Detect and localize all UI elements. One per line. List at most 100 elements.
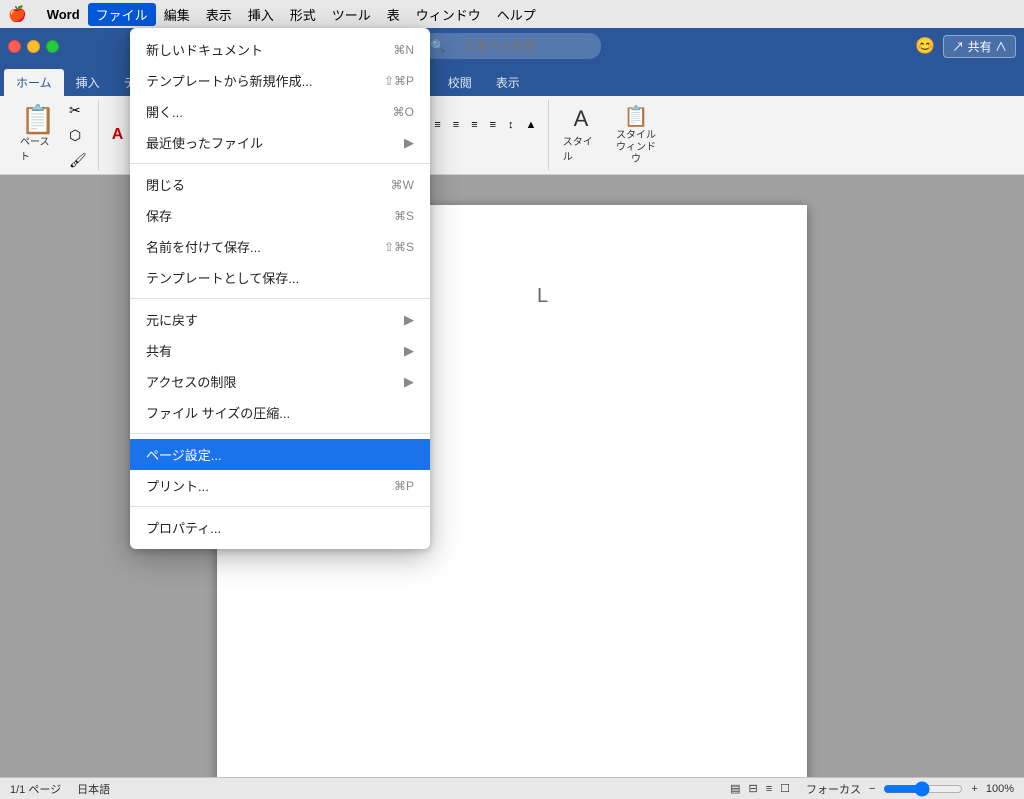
word-title-right: 😊 ↗ 共有 ∧ <box>915 35 1016 58</box>
file-menu-item-9[interactable]: 共有 ▶ <box>130 335 430 366</box>
status-right: ▤ ⊟ ≡ ☐ フォーカス − + 100% <box>730 781 1014 797</box>
apple-logo-icon[interactable]: 🍎 <box>8 5 27 23</box>
menu-item-right-5: ⌘S <box>370 209 414 223</box>
file-menu-item-11[interactable]: ファイル サイズの圧縮... <box>130 397 430 428</box>
menu-item-label-5: 保存 <box>146 206 172 225</box>
file-menu-item-8[interactable]: 元に戻す ▶ <box>130 304 430 335</box>
maximize-button[interactable] <box>46 40 59 53</box>
zoom-plus-btn[interactable]: + <box>971 783 977 795</box>
shading-btn[interactable]: ▲ <box>521 116 542 134</box>
menu-arrow-icon-3: ▶ <box>404 135 414 151</box>
menu-arrow-icon-10: ▶ <box>404 374 414 390</box>
menu-shortcut-13: ⌘P <box>394 479 414 493</box>
copy-button[interactable]: ⬡ <box>64 124 92 147</box>
file-menu-item-6[interactable]: 名前を付けて保存...⇧⌘S <box>130 231 430 262</box>
status-bar: 1/1 ページ 日本語 ▤ ⊟ ≡ ☐ フォーカス − + 100% <box>0 777 1024 799</box>
file-menu-item-10[interactable]: アクセスの制限▶ <box>130 366 430 397</box>
menu-row-left-12: ページ設定... <box>146 445 222 464</box>
share-button[interactable]: ↗ 共有 ∧ <box>943 35 1016 58</box>
menu-shortcut-4: ⌘W <box>391 178 414 192</box>
menu-item-label-13: プリント... <box>146 476 209 495</box>
menu-item-tools[interactable]: ツール <box>324 3 379 26</box>
search-input[interactable] <box>451 36 591 56</box>
menu-shortcut-2: ⌘O <box>393 105 414 119</box>
menu-shortcut-0: ⌘N <box>393 43 414 57</box>
menu-item-edit[interactable]: 編集 <box>156 3 198 26</box>
view-icon-4[interactable]: ☐ <box>780 782 790 795</box>
menu-item-right-0: ⌘N <box>369 43 414 57</box>
styles-window-button[interactable]: 📋 スタイルウィンドウ <box>607 100 665 170</box>
zoom-minus-btn[interactable]: − <box>869 783 875 795</box>
menu-item-insert[interactable]: 挿入 <box>240 3 282 26</box>
justify-btn[interactable]: ≡ <box>485 116 501 134</box>
clipboard-tools: ✂ ⬡ 🖌 <box>64 99 92 172</box>
tab-view[interactable]: 表示 <box>484 69 532 96</box>
tab-insert[interactable]: 挿入 <box>64 69 112 96</box>
menu-arrow-icon-8: ▶ <box>404 312 414 328</box>
menu-item-label-7: テンプレートとして保存... <box>146 268 299 287</box>
tab-home[interactable]: ホーム <box>4 69 64 96</box>
macos-menu-bar: 🍎 Word ファイル 編集 表示 挿入 形式 ツール 表 ウィンドウ ヘルプ <box>0 0 1024 28</box>
menu-item-window[interactable]: ウィンドウ <box>408 3 489 26</box>
menu-item-right-9: ▶ <box>396 343 414 359</box>
menu-item-word[interactable]: Word <box>39 5 88 24</box>
menu-item-right-4: ⌘W <box>367 178 414 192</box>
align-center-btn[interactable]: ≡ <box>448 116 464 134</box>
styles-button[interactable]: A スタイル <box>557 103 605 167</box>
menu-row-left-8: 元に戻す <box>146 310 198 329</box>
menu-item-right-1: ⇧⌘P <box>360 74 414 88</box>
traffic-lights <box>8 40 59 53</box>
share-label: 共有 <box>968 40 992 54</box>
align-left-btn[interactable]: ≡ <box>429 116 445 134</box>
view-icon-3[interactable]: ≡ <box>766 783 772 795</box>
file-menu-item-4[interactable]: 閉じる ⌘W <box>130 169 430 200</box>
user-icon[interactable]: 😊 <box>915 36 935 56</box>
close-button[interactable] <box>8 40 21 53</box>
align-right-btn[interactable]: ≡ <box>466 116 482 134</box>
menu-item-label-4: 閉じる <box>146 175 185 194</box>
menu-item-view[interactable]: 表示 <box>198 3 240 26</box>
menu-row-left-3: 最近使ったファイル <box>146 133 263 152</box>
cut-button[interactable]: ✂ <box>64 99 92 122</box>
menu-item-table[interactable]: 表 <box>379 3 408 26</box>
file-menu-item-12[interactable]: ページ設定... <box>130 439 430 470</box>
menu-item-label-9: 共有 <box>146 341 172 360</box>
file-menu-item-0[interactable]: 新しいドキュメント⌘N <box>130 34 430 65</box>
styles-window-label: スタイルウィンドウ <box>613 130 659 166</box>
menu-separator-7 <box>130 298 430 299</box>
page-info: 1/1 ページ <box>10 781 61 797</box>
focus-label: フォーカス <box>806 781 861 797</box>
font-size-btn[interactable]: A <box>107 123 129 147</box>
menu-item-format[interactable]: 形式 <box>282 3 324 26</box>
menu-separator-11 <box>130 433 430 434</box>
paste-icon: 📋 <box>26 107 50 131</box>
file-menu-item-7[interactable]: テンプレートとして保存... <box>130 262 430 293</box>
minimize-button[interactable] <box>27 40 40 53</box>
line-spacing-btn[interactable]: ↕ <box>503 116 519 134</box>
menu-item-help[interactable]: ヘルプ <box>489 3 544 26</box>
format-painter-button[interactable]: 🖌 <box>64 149 92 172</box>
tab-review[interactable]: 校閲 <box>436 69 484 96</box>
menu-row-left-13: プリント... <box>146 476 209 495</box>
menu-item-label-3: 最近使ったファイル <box>146 133 263 152</box>
menu-item-label-11: ファイル サイズの圧縮... <box>146 403 290 422</box>
menu-item-right-3: ▶ <box>396 135 414 151</box>
paste-button[interactable]: 📋 ペースト <box>14 103 62 167</box>
file-menu-item-3[interactable]: 最近使ったファイル ▶ <box>130 127 430 158</box>
file-menu-item-5[interactable]: 保存 ⌘S <box>130 200 430 231</box>
menu-row-left-4: 閉じる <box>146 175 185 194</box>
menu-item-label-1: テンプレートから新規作成... <box>146 71 312 90</box>
menu-item-file[interactable]: ファイル <box>88 3 156 26</box>
menu-item-label-2: 開く... <box>146 102 183 121</box>
menu-item-right-8: ▶ <box>396 312 414 328</box>
file-menu-item-14[interactable]: プロパティ... <box>130 512 430 543</box>
zoom-slider[interactable] <box>883 781 963 797</box>
language-indicator: 日本語 <box>77 781 110 797</box>
view-icon-1[interactable]: ▤ <box>730 782 740 795</box>
file-menu-item-1[interactable]: テンプレートから新規作成... ⇧⌘P <box>130 65 430 96</box>
view-icon-2[interactable]: ⊟ <box>748 782 757 795</box>
menu-separator-3 <box>130 163 430 164</box>
share-arrow-icon: ∧ <box>995 40 1007 54</box>
file-menu-item-13[interactable]: プリント... ⌘P <box>130 470 430 501</box>
file-menu-item-2[interactable]: 開く... ⌘O <box>130 96 430 127</box>
